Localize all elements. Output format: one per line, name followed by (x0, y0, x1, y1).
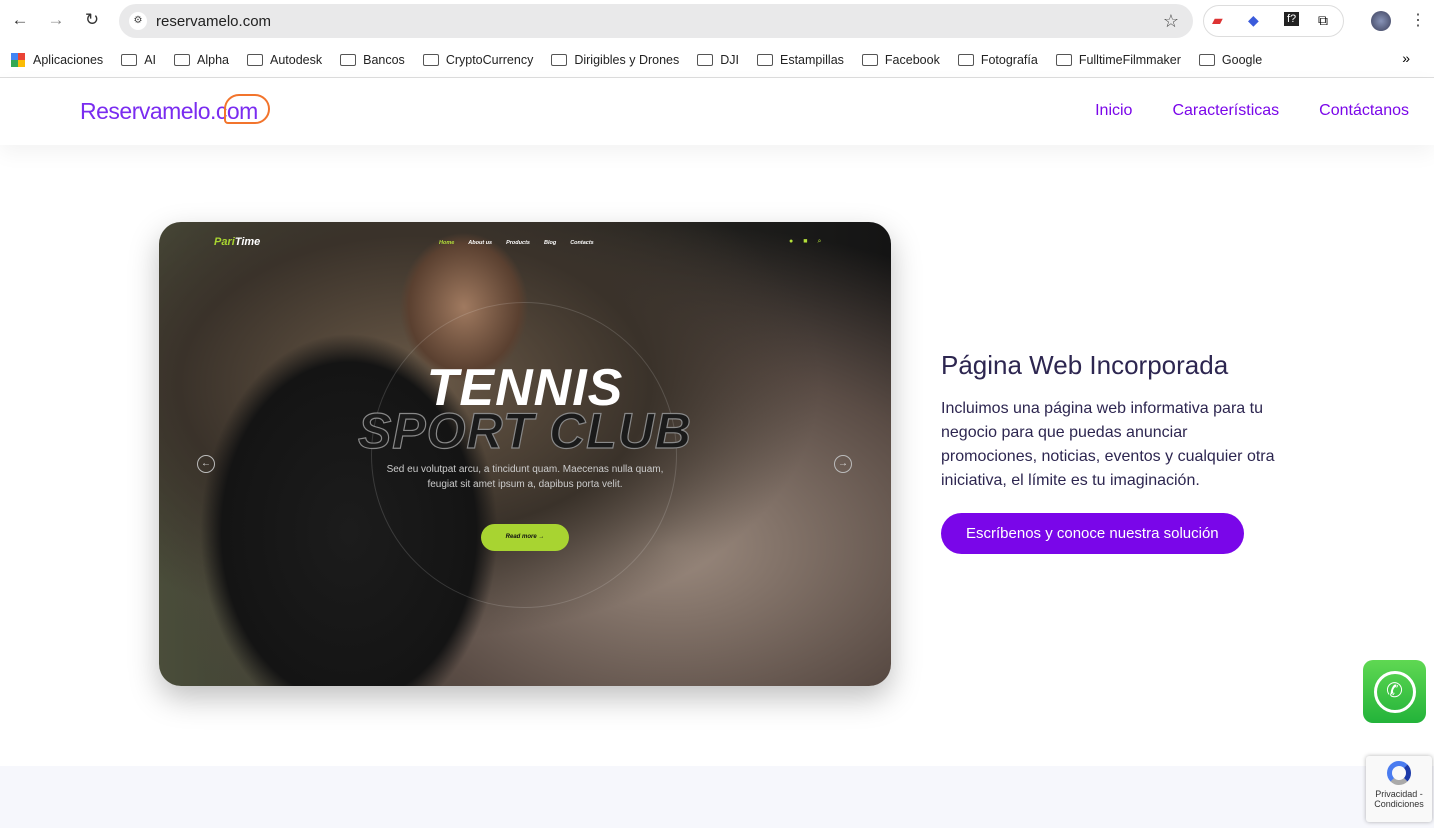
browser-chrome: ← → ↻ ⚙ reservamelo.com ☆ ▰ ◆ f? ⧉ ⋮ Apl… (0, 0, 1434, 78)
bookmark-folder[interactable]: Estampillas (757, 53, 844, 67)
bookmark-folder[interactable]: AI (121, 53, 156, 67)
arrow-right-icon: → (834, 455, 852, 473)
folder-icon (551, 54, 568, 66)
address-bar[interactable]: ⚙ reservamelo.com ☆ (119, 4, 1193, 38)
extension-icon[interactable]: ▰ (1212, 12, 1223, 29)
bookmark-folder[interactable]: Facebook (861, 53, 940, 67)
bookmark-apps[interactable]: Aplicaciones (11, 53, 103, 67)
nav-inicio[interactable]: Inicio (1095, 102, 1132, 120)
feature-section: Página Web Incorporada Incluimos una pág… (941, 350, 1286, 554)
whatsapp-button[interactable]: ✆ (1363, 660, 1426, 723)
reload-icon[interactable]: ↻ (81, 10, 103, 30)
profile-avatar[interactable] (1371, 11, 1391, 31)
preview-logo: PariTime (214, 236, 261, 248)
folder-icon (422, 54, 439, 66)
bookmark-label: Dirigibles y Drones (574, 53, 680, 67)
font-extension-icon[interactable]: f? (1284, 12, 1300, 26)
bookmark-folder[interactable]: FulltimeFilmmaker (1055, 53, 1181, 67)
folder-icon (861, 54, 878, 66)
bookmark-label: DJI (720, 53, 739, 67)
bookmark-folder[interactable]: Google (1198, 53, 1263, 67)
whatsapp-icon: ✆ (1373, 670, 1416, 713)
puzzle-icon[interactable]: ⧉ (1318, 12, 1328, 29)
bookmark-label: Facebook (884, 53, 940, 67)
folder-icon (957, 54, 974, 66)
recaptcha-icon (1387, 761, 1411, 785)
extensions-area: ▰ ◆ f? ⧉ (1203, 5, 1344, 37)
preview-nav: Home About us Products Blog Contacts (439, 240, 594, 246)
folder-icon (121, 54, 138, 66)
tag-extension-icon[interactable]: ◆ (1248, 12, 1259, 29)
bookmark-folder[interactable]: Fotografía (957, 53, 1038, 67)
arrow-left-icon: ← (197, 455, 215, 473)
user-icon: ● (789, 238, 794, 245)
bookmark-folder[interactable]: Dirigibles y Drones (551, 53, 679, 67)
folder-icon (340, 54, 357, 66)
preview-nav-item: Products (506, 240, 530, 246)
bookmark-label: Aplicaciones (33, 53, 104, 67)
folder-icon (174, 54, 190, 66)
forward-icon[interactable]: → (45, 10, 67, 30)
preview-nav-item: About us (468, 240, 493, 246)
folder-icon (757, 54, 773, 66)
bookmark-folder[interactable]: CryptoCurrency (422, 53, 534, 67)
bookmarks-bar: Aplicaciones AI Alpha Autodesk Bancos Cr… (0, 42, 1434, 78)
folder-icon (1198, 54, 1215, 66)
bookmark-label: Fotografía (980, 53, 1038, 67)
preview-icons: ● ■ ⌕ (789, 238, 821, 246)
apps-icon (11, 53, 25, 67)
more-bookmarks-button[interactable]: » (1402, 50, 1410, 66)
bookmark-folder[interactable]: Alpha (174, 53, 229, 67)
cart-icon: ■ (803, 238, 808, 245)
site-header: Reservamelo.com Inicio Características C… (0, 78, 1434, 145)
back-icon[interactable]: ← (9, 10, 31, 30)
logo-mark-icon (224, 94, 270, 124)
preview-read-more: Read more → (481, 524, 569, 551)
contact-cta-button[interactable]: Escríbenos y conoce nuestra solución (941, 513, 1244, 554)
feature-body: Incluimos una página web informativa par… (941, 400, 1275, 489)
bookmark-label: AI (144, 53, 156, 67)
main-nav: Inicio Características Contáctanos (1095, 102, 1409, 120)
bookmark-label: Bancos (363, 53, 405, 67)
preview-text: Sed eu volutpat arcu, a tincidunt quam. … (386, 464, 664, 490)
bookmark-label: Estampillas (780, 53, 844, 67)
search-icon: ⌕ (817, 238, 822, 245)
folder-icon (697, 54, 714, 66)
website-preview-image: PariTime Home About us Products Blog Con… (159, 222, 891, 686)
kebab-menu-icon[interactable]: ⋮ (1410, 10, 1426, 30)
recaptcha-links[interactable]: Privacidad - Condiciones (1367, 789, 1431, 809)
recaptcha-badge[interactable]: Privacidad - Condiciones (1366, 756, 1432, 822)
bookmark-label: CryptoCurrency (445, 53, 534, 67)
bookmark-folder[interactable]: DJI (697, 53, 739, 67)
bookmark-star-icon[interactable]: ☆ (1163, 11, 1179, 32)
preview-nav-item: Home (439, 240, 455, 246)
next-section-band (0, 766, 1434, 828)
nav-caracteristicas[interactable]: Características (1172, 102, 1279, 120)
bookmark-label: Autodesk (269, 53, 323, 67)
bookmark-label: FulltimeFilmmaker (1078, 53, 1181, 67)
bookmark-folder[interactable]: Bancos (340, 53, 405, 67)
bookmark-label: Alpha (197, 53, 229, 67)
folder-icon (246, 54, 263, 66)
bookmark-label: Google (1221, 53, 1263, 67)
bookmark-folder[interactable]: Autodesk (246, 53, 323, 67)
preview-nav-item: Contacts (570, 240, 594, 246)
preview-subtitle: SPORT CLUB (357, 402, 693, 459)
site-settings-icon[interactable]: ⚙ (129, 12, 147, 30)
nav-contactanos[interactable]: Contáctanos (1319, 102, 1409, 120)
preview-nav-item: Blog (543, 240, 557, 246)
feature-title: Página Web Incorporada (941, 350, 1229, 380)
folder-icon (1055, 54, 1072, 66)
url-text[interactable]: reservamelo.com (156, 13, 271, 30)
